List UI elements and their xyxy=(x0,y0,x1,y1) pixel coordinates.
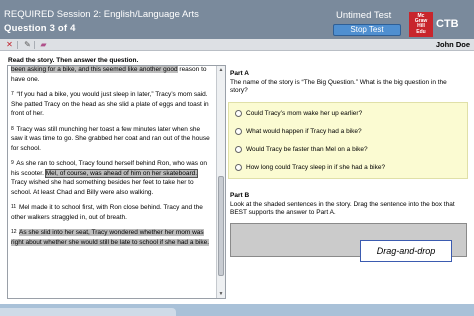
paragraph-number: 12 xyxy=(11,229,17,235)
radio-button[interactable] xyxy=(235,163,242,171)
part-b-prompt: Look at the shaded sentences in the stor… xyxy=(230,201,455,216)
part-b-label: Part B xyxy=(230,192,250,199)
paragraph: 7 “If you had a bike, you would just sle… xyxy=(11,91,209,117)
paragraph: 8 Tracy was still munching her toast a f… xyxy=(11,125,210,152)
user-name: John Doe xyxy=(435,40,470,49)
toolbar-divider xyxy=(34,41,35,49)
paragraph-number: 8 xyxy=(11,125,14,132)
answer-choices: Could Tracy’s mom wake her up earlier? W… xyxy=(228,102,468,179)
paragraph-number: 11 xyxy=(11,204,17,210)
answer-choice-1[interactable]: Could Tracy’s mom wake her up earlier? xyxy=(235,107,362,119)
answer-choice-3[interactable]: Would Tracy be faster than Mel on a bike… xyxy=(235,143,368,155)
tool-bar: ✕ ✎ ▰ John Doe xyxy=(0,39,474,51)
header-bar: REQUIRED Session 2: English/Language Art… xyxy=(0,0,474,39)
timer-label: Untimed Test xyxy=(336,10,392,21)
paragraph: 12 As she slid into her seat, Tracy wond… xyxy=(11,228,211,247)
radio-button[interactable] xyxy=(235,127,242,135)
session-title: REQUIRED Session 2: English/Language Art… xyxy=(4,9,199,20)
scroll-down-icon[interactable]: ▼ xyxy=(218,291,224,297)
shaded-sentence[interactable]: As she slid into her seat, Tracy wondere… xyxy=(11,229,210,246)
shaded-sentence[interactable]: been asking for a bike, and this seemed … xyxy=(11,66,178,73)
question-counter: Question 3 of 4 xyxy=(4,23,76,34)
answer-choice-4[interactable]: How long could Tracy sleep in if she had… xyxy=(235,161,385,173)
footer-tab xyxy=(0,308,176,316)
mcgraw-hill-logo: Mc Graw Hill Edu xyxy=(409,12,433,37)
toolbar-divider xyxy=(17,41,18,49)
passage-instructions: Read the story. Then answer the question… xyxy=(8,57,139,64)
part-a-prompt: The name of the story is “The Big Questi… xyxy=(230,79,447,94)
radio-button[interactable] xyxy=(235,145,242,153)
drag-and-drop-callout: Drag-and-drop xyxy=(360,240,452,262)
part-a-label: Part A xyxy=(230,70,249,77)
passage-panel[interactable]: been asking for a bike, and this seemed … xyxy=(7,65,226,299)
paragraph: 9 As she ran to school, Tracy found hers… xyxy=(11,160,208,196)
scroll-up-icon[interactable]: ▲ xyxy=(218,67,224,73)
answer-choice-2[interactable]: What would happen if Tracy had a bike? xyxy=(235,125,362,137)
passage-scrollbar[interactable]: ▲ ▼ xyxy=(216,66,225,298)
paragraph: 11 Mel made it to school first, with Ron… xyxy=(11,204,203,221)
pen-icon[interactable]: ✎ xyxy=(21,40,34,50)
close-icon[interactable]: ✕ xyxy=(3,40,16,50)
radio-button[interactable] xyxy=(235,109,242,117)
paragraph-number: 9 xyxy=(11,160,14,166)
stop-test-button[interactable]: Stop Test xyxy=(333,24,401,36)
passage-text: been asking for a bike, and this seemed … xyxy=(11,66,211,251)
paragraph: been asking for a bike, and this seemed … xyxy=(11,66,207,83)
shaded-sentence[interactable]: Mel, of course, was ahead of him on her … xyxy=(44,168,199,178)
ctb-logo: CTB xyxy=(436,18,459,30)
paragraph-number: 7 xyxy=(11,91,14,97)
eraser-icon[interactable]: ▰ xyxy=(37,40,50,50)
footer-bar xyxy=(0,304,474,316)
scroll-thumb[interactable] xyxy=(218,176,224,276)
